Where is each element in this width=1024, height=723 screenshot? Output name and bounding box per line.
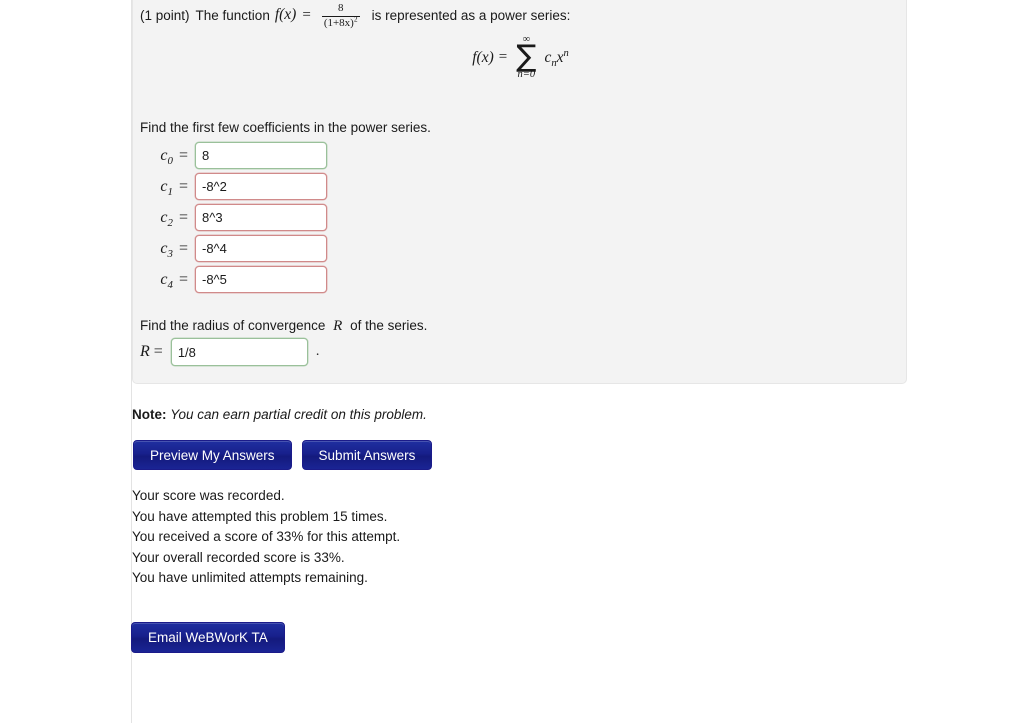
term-x-exponent: n (563, 47, 569, 59)
function-name: f(x) (274, 6, 297, 24)
coef-equals: = (178, 177, 188, 195)
coefficients-prompt: Find the first few coefficients in the p… (140, 120, 431, 135)
radius-prompt-suffix: of the series. (350, 318, 428, 333)
intro-suffix: is represented as a power series: (371, 7, 571, 23)
coefficient-input-c0[interactable] (195, 142, 327, 169)
coefficient-label-c4: c4 = (140, 270, 195, 291)
submit-answers-button[interactable]: Submit Answers (301, 440, 433, 470)
equals-sign: = (302, 6, 311, 23)
radius-prompt-prefix: Find the radius of convergence (140, 318, 326, 333)
radius-symbol: R (140, 343, 150, 360)
coefficient-input-c1[interactable] (195, 173, 327, 200)
radius-label: R = (140, 343, 163, 361)
coefficient-label-c3: c3 = (140, 239, 195, 260)
sigma-icon: ∑ (516, 38, 537, 74)
series-lhs: f(x) (472, 48, 494, 66)
coef-equals: = (178, 208, 188, 226)
coefficient-label-c1: c1 = (140, 177, 195, 198)
radius-equals: = (153, 343, 163, 360)
power-series-formula: f(x) = ∞ ∑ n=0 cnxn (133, 34, 908, 81)
radius-input[interactable] (170, 338, 308, 366)
fraction-numerator: 8 (337, 2, 344, 14)
coefficient-input-c2[interactable] (195, 204, 327, 231)
status-messages: Your score was recorded. You have attemp… (132, 486, 400, 589)
status-message-overall-score: Your overall recorded score is 33%. (132, 549, 345, 565)
status-message-attempt-count: You have attempted this problem 15 times… (132, 508, 388, 524)
radius-period: . (315, 344, 320, 359)
summation-operator: ∞ ∑ n=0 (516, 34, 537, 81)
coef-symbol: c (160, 177, 168, 195)
email-webwork-ta-button[interactable]: Email WeBWorK TA (131, 622, 285, 653)
note-label: Note: (132, 407, 167, 422)
problem-panel: (1 point) The function f(x) = 8 (1+8x)2 … (132, 0, 907, 384)
email-ta-button-wrap: Email WeBWorK TA (131, 622, 285, 653)
points-label: (1 point) (140, 7, 190, 23)
status-message-attempts-remaining: You have unlimited attempts remaining. (132, 570, 368, 585)
coef-symbol: c (160, 270, 168, 288)
coef-equals: = (178, 146, 188, 164)
status-message-attempt-score: You received a score of 33% for this att… (132, 529, 401, 544)
coefficient-row-c3: c3 = (140, 233, 327, 264)
coefficient-input-c4[interactable] (195, 266, 327, 293)
preview-my-answers-button[interactable]: Preview My Answers (133, 440, 292, 470)
status-message-score-recorded: Your score was recorded. (132, 488, 285, 503)
coefficient-label-c2: c2 = (140, 208, 195, 229)
coef-symbol: c (160, 208, 168, 226)
intro-prefix: The function (195, 7, 270, 23)
coef-subscript: 4 (167, 278, 173, 291)
coefficient-row-c4: c4 = (140, 264, 327, 295)
denominator-exponent: 2 (353, 13, 358, 23)
series-equals: = (498, 49, 508, 66)
radius-prompt: Find the radius of convergence R of the … (140, 318, 427, 335)
coef-subscript: 1 (167, 185, 173, 198)
coef-subscript: 2 (167, 216, 173, 229)
coef-symbol: c (160, 239, 168, 257)
function-fraction: 8 (1+8x)2 (321, 2, 360, 30)
partial-credit-note: Note: You can earn partial credit on thi… (132, 407, 427, 422)
coefficient-row-c0: c0 = (140, 140, 327, 171)
note-text: You can earn partial credit on this prob… (170, 407, 427, 422)
coef-equals: = (178, 239, 188, 257)
coefficient-row-c1: c1 = (140, 171, 327, 202)
coef-subscript: 3 (167, 247, 173, 260)
radius-row: R= . (140, 338, 319, 366)
answer-action-buttons: Preview My Answers Submit Answers (133, 440, 433, 470)
problem-statement: (1 point) The function f(x) = 8 (1+8x)2 … (140, 2, 570, 28)
coefficient-input-list: c0= c1= c2= c3= c4= (140, 140, 327, 295)
coefficient-label-c0: c0 = (140, 146, 195, 167)
denominator-base: (1+8x) (323, 16, 354, 29)
coef-equals: = (178, 270, 188, 288)
radius-prompt-symbol: R (333, 318, 343, 334)
series-term: cnxn (544, 47, 569, 69)
coef-subscript: 0 (167, 154, 173, 167)
coefficient-row-c2: c2 = (140, 202, 327, 233)
summation-lower-limit: n=0 (517, 69, 536, 81)
fraction-denominator: (1+8x)2 (322, 13, 360, 30)
coef-symbol: c (160, 146, 168, 164)
coefficient-input-c3[interactable] (195, 235, 327, 262)
webwork-problem-page: (1 point) The function f(x) = 8 (1+8x)2 … (0, 0, 1024, 723)
